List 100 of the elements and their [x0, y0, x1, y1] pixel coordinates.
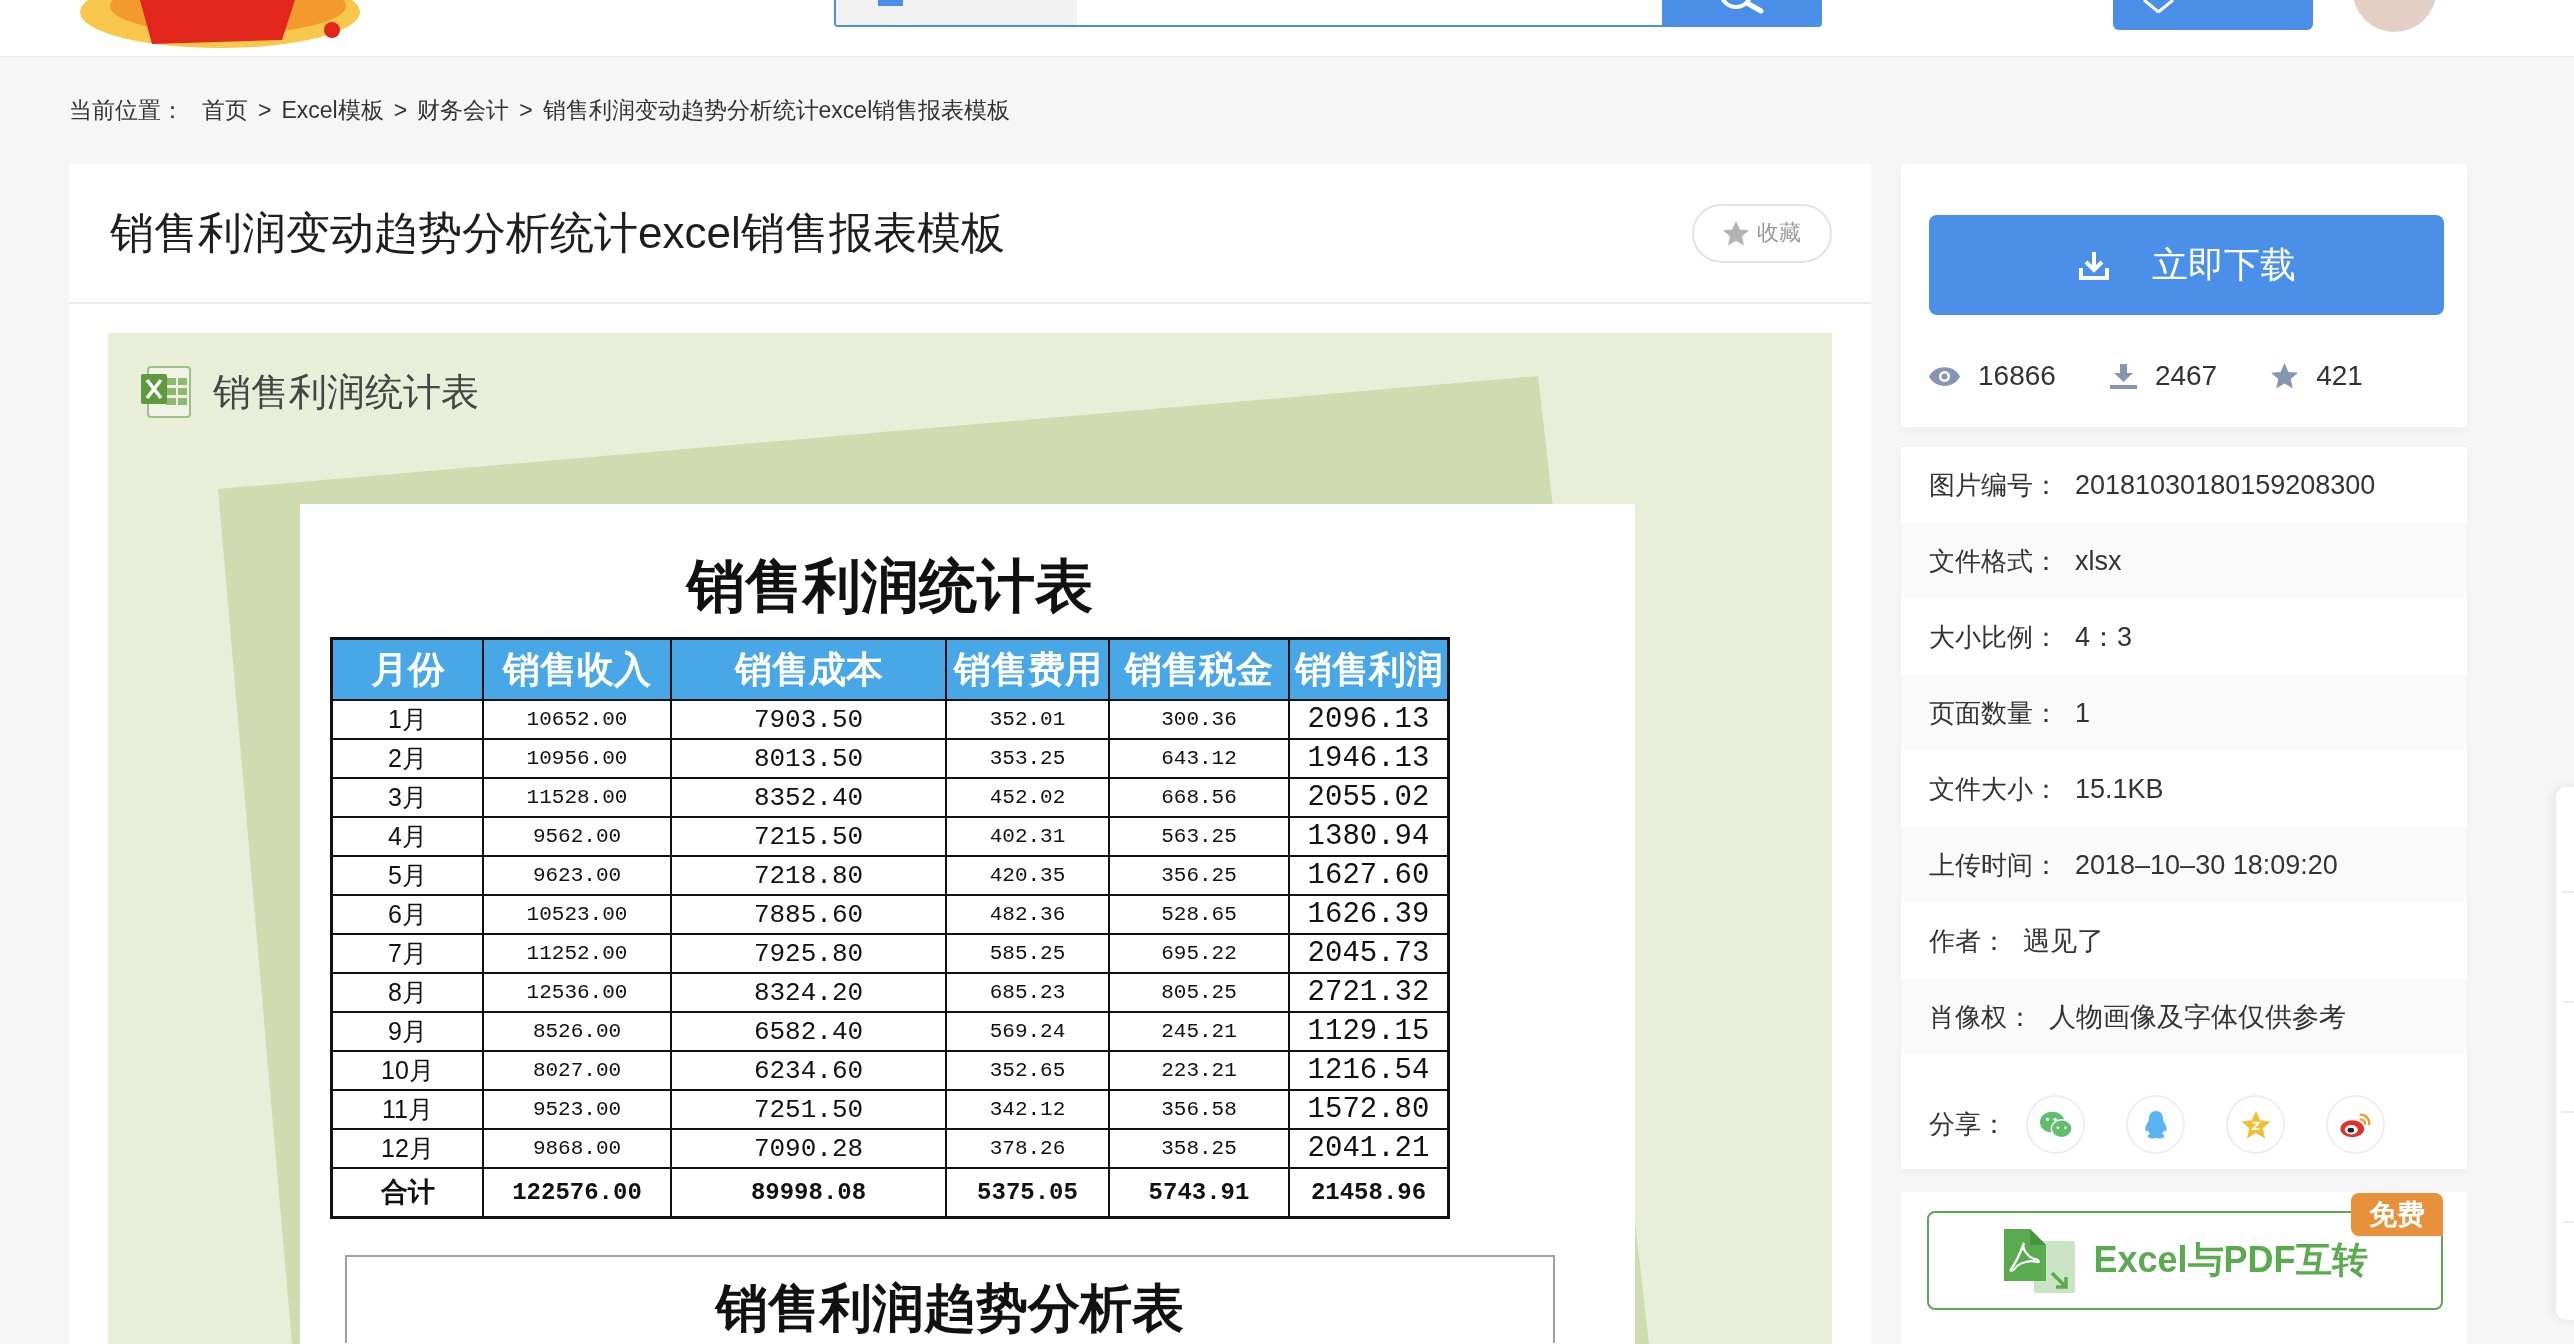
column-header: 销售成本: [671, 638, 946, 700]
info-label: 文件大小：: [1929, 772, 2059, 806]
table-cell: 10652.00: [483, 700, 671, 739]
stat-count: 16866: [1978, 360, 2056, 392]
table-cell: 8013.50: [671, 739, 946, 778]
breadcrumb-separator: >: [519, 97, 533, 124]
table-cell: 528.65: [1109, 895, 1289, 934]
stat-count: 2467: [2154, 360, 2218, 392]
table-cell: 8027.00: [483, 1051, 671, 1090]
info-value: 1: [2075, 697, 2091, 729]
free-badge: 免费: [2351, 1193, 2443, 1236]
table-cell: 7090.28: [671, 1129, 946, 1168]
share-label: 分享：: [1929, 1108, 2007, 1141]
sheet-title: 销售利润统计表: [684, 552, 1094, 618]
table-cell: 7251.50: [671, 1090, 946, 1129]
table-cell: 7215.50: [671, 817, 946, 856]
info-value: 遇见了: [2023, 925, 2104, 958]
table-cell: 7925.80: [671, 934, 946, 973]
table-cell: 10956.00: [483, 739, 671, 778]
info-value: 20181030180159208300: [2075, 469, 2376, 501]
breadcrumb-link[interactable]: 销售利润变动趋势分析统计excel销售报表模板: [542, 95, 1011, 126]
table-cell: 12536.00: [483, 973, 671, 1012]
vip-button[interactable]: [2113, 0, 2313, 30]
table-cell: 223.21: [1109, 1051, 1289, 1090]
table-cell: 7月: [331, 934, 483, 973]
table-cell: 7903.50: [671, 700, 946, 739]
table-cell: 3月: [331, 778, 483, 817]
page-title: 销售利润变动趋势分析统计excel销售报表模板: [110, 206, 1005, 259]
table-cell: 8352.40: [671, 778, 946, 817]
table-cell: 11252.00: [483, 934, 671, 973]
star-icon: [2271, 363, 2299, 389]
chat-bubbles-icon: [2039, 1110, 2072, 1139]
table-cell: 643.12: [1109, 739, 1289, 778]
table-cell: 420.35: [946, 856, 1109, 895]
column-header: 销售税金: [1109, 638, 1289, 700]
table-cell: 695.22: [1109, 934, 1289, 973]
star-icon: [2239, 1110, 2272, 1139]
download-icon: [2109, 363, 2137, 389]
info-value: 2018–10–30 18:09:20: [2075, 849, 2338, 881]
info-label: 作者：: [1929, 924, 2007, 958]
table-cell: 11528.00: [483, 778, 671, 817]
info-label: 文件格式：: [1929, 544, 2059, 578]
table-cell: 12月: [331, 1129, 483, 1168]
table-cell: 2月: [331, 739, 483, 778]
table-cell: 685.23: [946, 973, 1109, 1012]
stat-count: 421: [2316, 360, 2363, 392]
table-cell: 353.25: [946, 739, 1109, 778]
table-cell: 482.36: [946, 895, 1109, 934]
info-value: 15.1KB: [2075, 773, 2164, 805]
breadcrumb-separator: >: [258, 97, 272, 124]
table-cell: 805.25: [1109, 973, 1289, 1012]
table-cell: 11月: [331, 1090, 483, 1129]
info-label: 大小比例：: [1929, 620, 2059, 654]
table-cell: 10523.00: [483, 895, 671, 934]
table-cell: 245.21: [1109, 1012, 1289, 1051]
breadcrumb-link[interactable]: 首页: [202, 95, 248, 126]
table-cell: 356.58: [1109, 1090, 1289, 1129]
table-cell: 585.25: [946, 934, 1109, 973]
table-cell: 7885.60: [671, 895, 946, 934]
table-cell: 8526.00: [483, 1012, 671, 1051]
breadcrumb-link[interactable]: 财务会计: [417, 95, 510, 126]
column-header: 月份: [331, 638, 483, 700]
table-cell: 356.25: [1109, 856, 1289, 895]
table-cell: 6234.60: [671, 1051, 946, 1090]
tile-icon: [878, 0, 903, 6]
preview-caption: 销售利润统计表: [213, 369, 479, 415]
avatar[interactable]: [2351, 0, 2438, 33]
table-cell: 452.02: [946, 778, 1109, 817]
table-cell: 378.26: [946, 1129, 1109, 1168]
star-icon: [1723, 220, 1749, 246]
table-cell: 6582.40: [671, 1012, 946, 1051]
table-cell: 352.01: [946, 700, 1109, 739]
table-cell: 5月: [331, 856, 483, 895]
table-cell: 342.12: [946, 1090, 1109, 1129]
document-arrow-icon: [2002, 1228, 2076, 1293]
table-cell: 7218.80: [671, 856, 946, 895]
breadcrumb-link[interactable]: Excel模板: [281, 95, 384, 126]
search-scope-dropdown[interactable]: [836, 0, 1077, 25]
column-header: 销售收入: [483, 638, 671, 700]
search-button[interactable]: [1662, 0, 1820, 25]
download-icon: [2077, 249, 2110, 281]
table-cell: 1月: [331, 700, 483, 739]
table-cell: 9623.00: [483, 856, 671, 895]
table-cell: 8324.20: [671, 973, 946, 1012]
table-cell: 9868.00: [483, 1129, 671, 1168]
table-cell: 4月: [331, 817, 483, 856]
info-label: 图片编号：: [1929, 468, 2059, 502]
breadcrumb-label: 当前位置：: [69, 96, 184, 125]
info-value: 4：3: [2075, 621, 2133, 654]
table-cell: 668.56: [1109, 778, 1289, 817]
table-cell: 9523.00: [483, 1090, 671, 1129]
info-label: 肖像权：: [1929, 1000, 2033, 1034]
column-header: 销售利润: [1289, 638, 1449, 700]
table-cell: 10月: [331, 1051, 483, 1090]
breadcrumb-separator: >: [393, 97, 408, 124]
table-cell: 6月: [331, 895, 483, 934]
info-value: 人物画像及字体仅供参考: [2049, 1001, 2346, 1034]
table-cell: 8月: [331, 973, 483, 1012]
eye-icon: [1929, 366, 1960, 386]
table-cell: 563.25: [1109, 817, 1289, 856]
